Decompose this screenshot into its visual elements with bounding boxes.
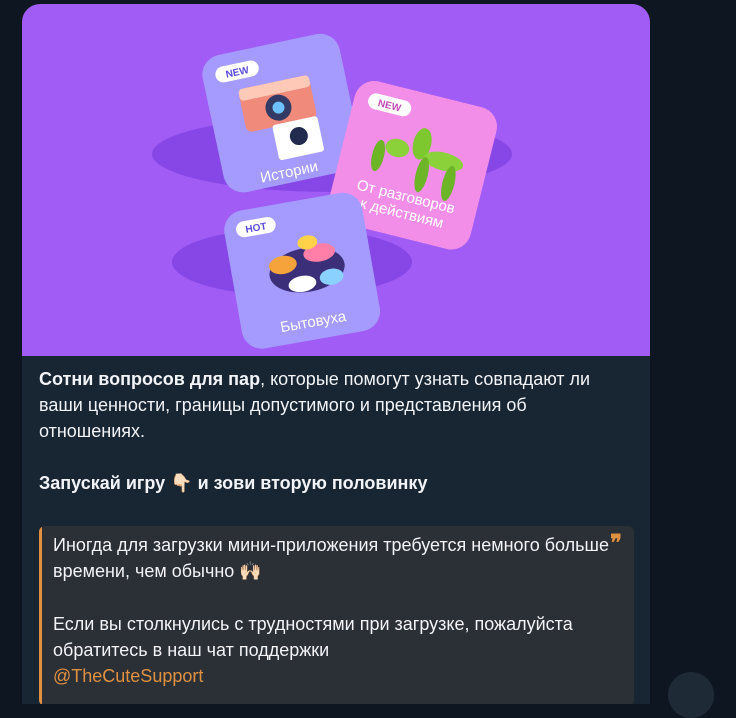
- message-caption: Сотни вопросов для пар, которые помогут …: [39, 366, 634, 497]
- cta-end: и зови вторую половинку: [192, 473, 428, 493]
- message-bubble: NEW Истории NEW От разговоров к действия…: [22, 4, 650, 704]
- quote-gap: [53, 585, 613, 611]
- caption-gap: [39, 444, 634, 470]
- banner-illustration: NEW Истории NEW От разговоров к действия…: [152, 33, 512, 349]
- caption-cta: Запускай игру 👇🏻 и зови вторую половинку: [39, 470, 634, 497]
- quote-paragraph-2: Если вы столкнулись с трудностями при за…: [53, 611, 613, 689]
- caption-bold-lead: Сотни вопросов для пар: [39, 369, 261, 389]
- quote-text: Иногда для загрузки мини-приложения треб…: [53, 532, 613, 689]
- caption-paragraph: Сотни вопросов для пар, которые помогут …: [39, 366, 634, 444]
- blockquote: ❞ Иногда для загрузки мини-приложения тр…: [39, 526, 634, 704]
- promo-banner-image[interactable]: NEW Истории NEW От разговоров к действия…: [22, 4, 650, 356]
- pointing-down-icon: 👇🏻: [170, 473, 193, 494]
- scroll-to-bottom-button[interactable]: [668, 672, 714, 718]
- card-bytovukha: HOT Бытовуха: [224, 192, 381, 349]
- cta-start: Запускай игру: [39, 473, 171, 493]
- support-link[interactable]: @TheCuteSupport: [53, 666, 203, 686]
- raising-hands-icon: 🙌🏻: [239, 561, 262, 582]
- quote-paragraph-1: Иногда для загрузки мини-приложения треб…: [53, 532, 613, 585]
- quote-line-1: Иногда для загрузки мини-приложения треб…: [53, 535, 609, 581]
- quote-accent-bar: [39, 526, 42, 704]
- quote-line-2: Если вы столкнулись с трудностями при за…: [53, 614, 573, 660]
